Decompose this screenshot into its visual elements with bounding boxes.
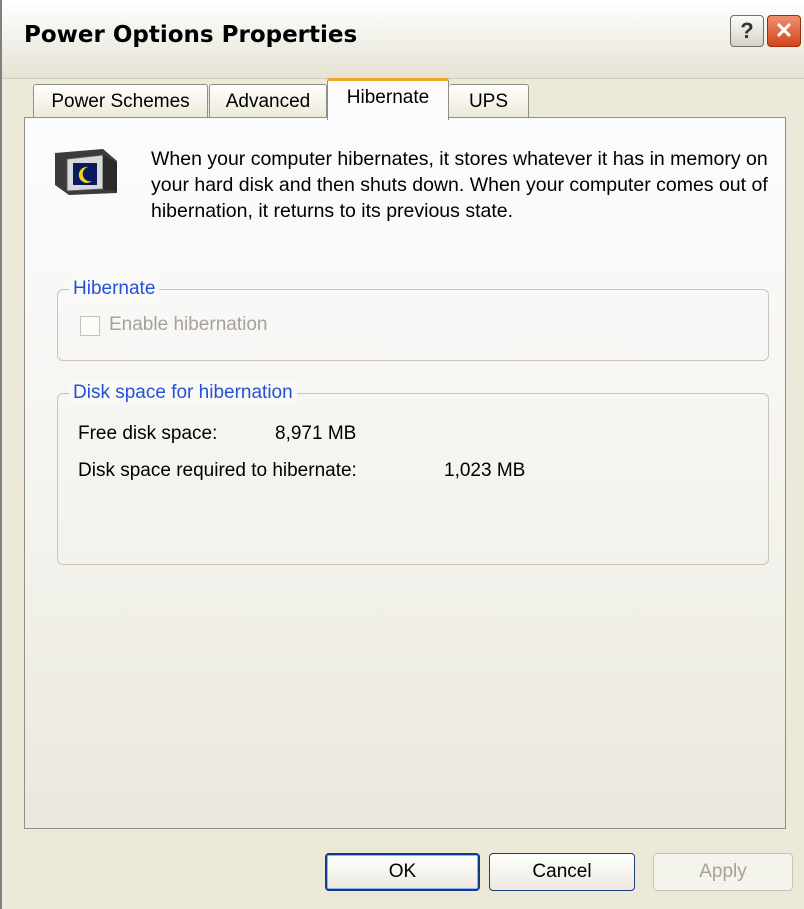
title-bar[interactable]: Power Options Properties ? ✕ bbox=[2, 0, 804, 79]
free-disk-space-label: Free disk space: bbox=[78, 423, 218, 444]
enable-hibernation-label: Enable hibernation bbox=[109, 314, 268, 335]
hibernate-group-legend: Hibernate bbox=[69, 278, 160, 300]
ok-button[interactable]: OK bbox=[325, 853, 480, 891]
disk-space-group-legend: Disk space for hibernation bbox=[69, 382, 297, 404]
close-icon: ✕ bbox=[774, 18, 794, 43]
help-button[interactable]: ? bbox=[730, 15, 764, 47]
hibernate-description: When your computer hibernates, it stores… bbox=[151, 148, 768, 222]
window-title: Power Options Properties bbox=[24, 22, 358, 48]
power-options-dialog: Power Options Properties ? ✕ Power Schem… bbox=[0, 0, 804, 909]
hibernate-monitor-icon bbox=[55, 149, 117, 195]
help-icon: ? bbox=[740, 18, 754, 43]
tab-hibernate[interactable]: Hibernate bbox=[327, 78, 449, 120]
enable-hibernation-checkbox[interactable] bbox=[80, 316, 100, 336]
cancel-button[interactable]: Cancel bbox=[489, 853, 635, 891]
free-disk-space-value: 8,971 MB bbox=[275, 423, 357, 444]
tab-power-schemes[interactable]: Power Schemes bbox=[33, 84, 208, 118]
apply-button[interactable]: Apply bbox=[653, 853, 793, 891]
required-disk-space-label: Disk space required to hibernate: bbox=[78, 460, 357, 481]
tab-ups[interactable]: UPS bbox=[449, 84, 529, 118]
tab-advanced[interactable]: Advanced bbox=[209, 84, 327, 118]
close-button[interactable]: ✕ bbox=[767, 15, 801, 47]
required-disk-space-value: 1,023 MB bbox=[444, 460, 526, 481]
